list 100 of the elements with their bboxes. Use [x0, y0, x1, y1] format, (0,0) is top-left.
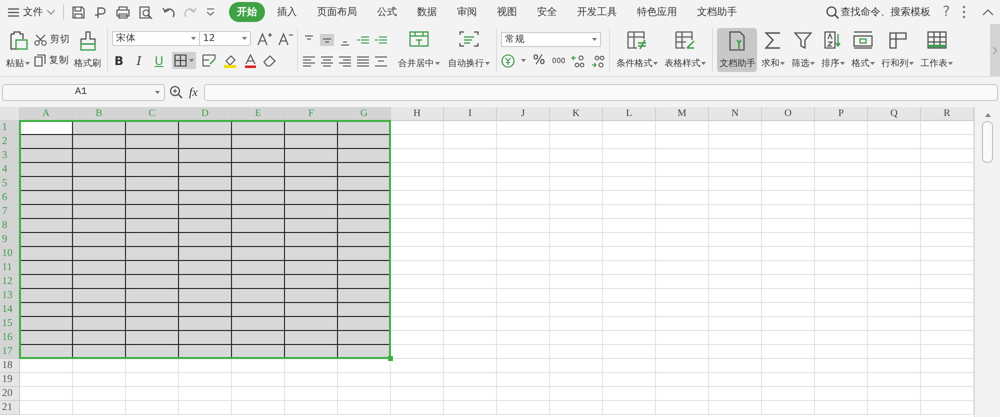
- indent-increase-icon[interactable]: [374, 34, 388, 46]
- scroll-up-icon: [984, 113, 990, 117]
- more-icon[interactable]: [962, 5, 966, 19]
- percent-button[interactable]: %: [532, 53, 546, 68]
- increase-font-icon[interactable]: [257, 32, 272, 46]
- ribbon-tool-button[interactable]: 文档助手: [717, 28, 758, 72]
- align-right-icon[interactable]: [338, 54, 352, 66]
- ribbon-tab[interactable]: 安全: [529, 2, 565, 22]
- grid-cell: [868, 247, 921, 261]
- grid-cell: [603, 303, 656, 317]
- font-name-field[interactable]: 宋体: [112, 31, 200, 46]
- help-button[interactable]: ?: [942, 4, 950, 20]
- collapse-icon[interactable]: [982, 8, 994, 16]
- print-icon[interactable]: [116, 6, 130, 18]
- ribbon-tab[interactable]: 特色应用: [629, 2, 685, 22]
- ribbon-tab[interactable]: 页面布局: [309, 2, 365, 22]
- scroll-thumb[interactable]: [982, 121, 993, 163]
- file-menu[interactable]: 文件: [8, 5, 55, 19]
- ribbon-tab[interactable]: 审阅: [449, 2, 485, 22]
- column-header[interactable]: N: [709, 107, 762, 121]
- row-header[interactable]: 20: [0, 387, 20, 401]
- ribbon-tool-button[interactable]: 行和列: [879, 28, 916, 72]
- grid-cell: [232, 289, 285, 303]
- undo-icon[interactable]: [162, 6, 175, 18]
- command-search[interactable]: 查找命令、搜索模板: [826, 5, 931, 19]
- ribbon-tool-button[interactable]: 表格样式: [662, 28, 708, 72]
- column-header[interactable]: K: [550, 107, 603, 121]
- grid-cell: [285, 401, 338, 415]
- grid-cell: [179, 205, 232, 219]
- column-header[interactable]: L: [603, 107, 656, 121]
- grid-cell: [232, 191, 285, 205]
- cell-style-icon[interactable]: [202, 54, 217, 67]
- column-header[interactable]: H: [391, 107, 444, 121]
- column-header[interactable]: J: [497, 107, 550, 121]
- align-middle-icon[interactable]: [320, 34, 334, 46]
- paste-button[interactable]: 粘贴: [4, 28, 32, 72]
- justify-icon[interactable]: [356, 54, 370, 66]
- ribbon-tab[interactable]: 数据: [409, 2, 445, 22]
- ribbon-tool-button[interactable]: 排序: [819, 28, 848, 72]
- ribbon-tab[interactable]: 文档助手: [689, 2, 745, 22]
- increase-decimal-icon[interactable]: [571, 54, 586, 68]
- number-format-field[interactable]: 常规: [501, 32, 601, 47]
- distribute-icon[interactable]: [374, 54, 388, 66]
- bold-button[interactable]: B: [112, 54, 126, 68]
- p-icon[interactable]: [94, 6, 107, 18]
- name-box[interactable]: A1: [2, 84, 165, 100]
- currency-icon[interactable]: [501, 54, 515, 68]
- grid-cell: [709, 373, 762, 387]
- ribbon-tab[interactable]: 开发工具: [569, 2, 625, 22]
- decrease-font-icon[interactable]: [278, 32, 293, 46]
- merge-center-button[interactable]: 合并居中: [396, 28, 442, 72]
- formula-input[interactable]: [204, 84, 998, 100]
- grid-cell: [815, 121, 868, 135]
- ribbon-tool-button[interactable]: 格式: [849, 28, 878, 72]
- column-header[interactable]: R: [921, 107, 974, 121]
- ribbon-tab[interactable]: 视图: [489, 2, 525, 22]
- format-painter-button[interactable]: 格式刷: [72, 28, 103, 72]
- caret-icon: [25, 62, 30, 65]
- font-color-icon[interactable]: [244, 54, 257, 68]
- cut-button[interactable]: 剪切: [34, 33, 70, 46]
- grid-cell: [656, 401, 709, 415]
- align-left-icon[interactable]: [302, 54, 316, 66]
- grid-cell: [444, 331, 497, 345]
- grid-cell: [603, 289, 656, 303]
- ribbon-tool-button[interactable]: 工作表: [918, 28, 956, 72]
- customize-icon[interactable]: [206, 8, 215, 16]
- align-center-icon[interactable]: [320, 54, 334, 66]
- column-header[interactable]: P: [815, 107, 868, 121]
- eraser-icon[interactable]: [263, 54, 277, 67]
- vertical-scrollbar[interactable]: [974, 107, 1000, 417]
- row-header[interactable]: 19: [0, 373, 20, 387]
- column-header[interactable]: Q: [868, 107, 921, 121]
- zoom-icon[interactable]: [169, 85, 183, 99]
- wrap-text-button[interactable]: 自动换行: [446, 28, 492, 72]
- ribbon-tool-button[interactable]: 筛选: [789, 28, 818, 72]
- row-header[interactable]: 21: [0, 401, 20, 415]
- fill-handle[interactable]: [388, 356, 393, 361]
- italic-button[interactable]: I: [132, 54, 146, 68]
- grid-cell: [497, 135, 550, 149]
- ribbon-tool-button[interactable]: 求和: [759, 28, 788, 72]
- column-header[interactable]: I: [444, 107, 497, 121]
- font-size-field[interactable]: 12: [199, 31, 251, 46]
- column-header[interactable]: O: [762, 107, 815, 121]
- borders-button[interactable]: [172, 52, 196, 69]
- print-preview-icon[interactable]: [139, 6, 153, 18]
- grid-cell: [603, 359, 656, 373]
- grid-cell: [444, 373, 497, 387]
- function-label[interactable]: fx: [189, 84, 198, 100]
- decrease-decimal-icon[interactable]: [591, 54, 606, 68]
- copy-button[interactable]: 复制: [34, 54, 70, 67]
- grid-cell: [868, 191, 921, 205]
- indent-decrease-icon[interactable]: [356, 34, 370, 46]
- ribbon-tool-button[interactable]: 条件格式: [614, 28, 660, 72]
- ribbon-tab[interactable]: 插入: [269, 2, 305, 22]
- grid-cell: [179, 219, 232, 233]
- ribbon-tab[interactable]: 公式: [369, 2, 405, 22]
- save-icon[interactable]: [72, 6, 85, 18]
- column-header[interactable]: M: [656, 107, 709, 121]
- row-header[interactable]: 18: [0, 359, 20, 373]
- fill-color-icon[interactable]: [223, 54, 238, 68]
